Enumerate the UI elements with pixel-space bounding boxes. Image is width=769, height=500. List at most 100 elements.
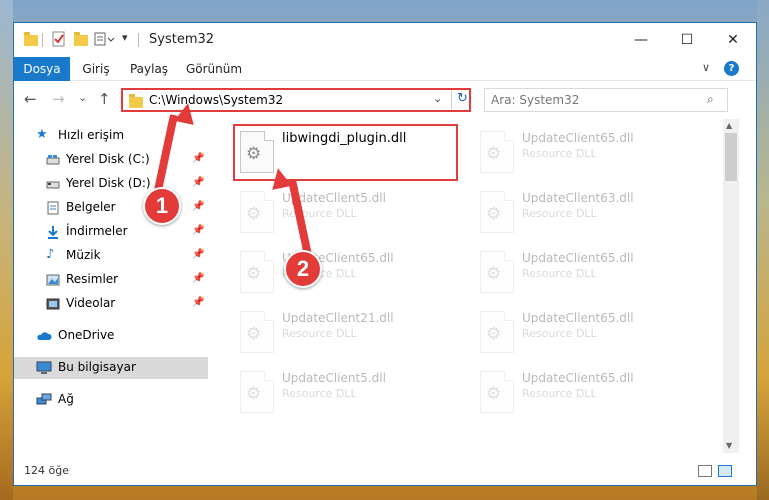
desktop-wallpaper-left	[0, 0, 13, 500]
tab-home[interactable]: Giriş	[76, 57, 116, 81]
file-name: UpdateClient63.dll	[522, 191, 634, 205]
dll-file-icon: ⚙	[480, 251, 514, 293]
maximize-button[interactable]: ☐	[664, 23, 710, 57]
search-icon[interactable]: ⌕	[707, 92, 714, 107]
sidebar-item-this-pc[interactable]: Bu bilgisayar	[14, 357, 208, 379]
scroll-up-icon[interactable]: ▲	[726, 121, 732, 130]
sidebar-item-label: OneDrive	[58, 328, 115, 342]
scroll-down-icon[interactable]: ▼	[726, 441, 732, 450]
annotation-arrowhead-2	[268, 166, 292, 190]
file-item[interactable]: ⚙ UpdateClient63.dll Resource DLL	[472, 185, 698, 241]
sidebar-item-label: Belgeler	[66, 200, 116, 214]
search-input[interactable]	[491, 92, 701, 108]
sidebar-item-quick-access[interactable]: ★ Hızlı erişim	[14, 125, 208, 147]
status-bar: 124 öğe	[14, 457, 756, 485]
navigation-bar: ← → ⌄ ↑ C:\Windows\System32 ⌄ ↻ ⌕	[14, 83, 756, 117]
file-item[interactable]: ⚙ UpdateClient65.dll Resource DLL	[472, 245, 698, 301]
address-divider	[451, 90, 452, 110]
pin-icon[interactable]: 📌	[192, 201, 204, 212]
file-item[interactable]: ⚙ UpdateClient5.dll Resource DLL	[232, 365, 458, 421]
ribbon-tabs: Dosya Giriş Paylaş Görünüm ∨ ?	[14, 57, 756, 81]
sidebar-item-label: Yerel Disk (C:)	[66, 152, 150, 166]
sidebar-item-label: Bu bilgisayar	[58, 360, 136, 374]
dll-file-icon: ⚙	[480, 311, 514, 353]
sidebar-item-pictures[interactable]: Resimler 📌	[14, 269, 208, 291]
file-item[interactable]: ⚙ UpdateClient21.dll Resource DLL	[232, 305, 458, 361]
dll-file-icon: ⚙	[240, 191, 274, 233]
file-item[interactable]: ⚙ UpdateClient65.dll Resource DLL	[472, 125, 698, 181]
tab-file[interactable]: Dosya	[14, 57, 70, 81]
address-path: C:\Windows\System32	[149, 93, 284, 107]
file-type: Resource DLL	[522, 147, 597, 160]
documents-icon	[46, 201, 60, 215]
step-badge-1: 1	[143, 187, 181, 225]
annotation-arrowhead-1	[174, 101, 198, 125]
large-icons-view-icon[interactable]	[718, 465, 732, 477]
file-name: UpdateClient65.dll	[522, 251, 634, 265]
file-name: UpdateClient65.dll	[522, 311, 634, 325]
address-history-icon[interactable]: ⌄	[433, 92, 442, 105]
network-icon	[36, 393, 52, 407]
file-name: UpdateClient5.dll	[282, 371, 386, 385]
address-folder-icon	[129, 94, 143, 108]
details-view-icon[interactable]	[698, 465, 712, 477]
scroll-thumb[interactable]	[725, 133, 737, 181]
search-box[interactable]: ⌕	[484, 88, 728, 112]
close-button[interactable]: ✕	[710, 23, 756, 57]
address-bar[interactable]: C:\Windows\System32 ⌄ ↻	[121, 88, 471, 112]
toolbar-dropdown-icon[interactable]: ▾	[122, 31, 128, 47]
music-icon: ♪	[46, 247, 55, 262]
sidebar-item-network[interactable]: Ağ	[14, 389, 208, 411]
forward-button[interactable]: →	[52, 90, 65, 108]
file-name: UpdateClient65.dll	[522, 371, 634, 385]
file-item[interactable]: ⚙ UpdateClient65.dll Resource DLL	[232, 245, 458, 301]
title-bar: ▾ System32 — ☐ ✕	[14, 23, 756, 57]
sidebar-item-label: Müzik	[66, 248, 101, 262]
videos-icon	[46, 297, 60, 311]
file-type: Resource DLL	[522, 327, 597, 340]
sidebar-item-local-disk-c[interactable]: Yerel Disk (C:) 📌	[14, 149, 208, 171]
properties-icon[interactable]	[52, 31, 66, 47]
step-badge-2: 2	[284, 250, 322, 288]
desktop-wallpaper-right	[757, 0, 769, 500]
file-item[interactable]: ⚙ UpdateClient65.dll Resource DLL	[472, 365, 698, 421]
up-button[interactable]: ↑	[98, 90, 111, 108]
sidebar-item-label: Hızlı erişim	[58, 128, 125, 142]
sidebar-item-label: İndirmeler	[66, 224, 128, 238]
file-name: UpdateClient21.dll	[282, 311, 394, 325]
sidebar-item-downloads[interactable]: İndirmeler 📌	[14, 221, 208, 243]
pin-icon[interactable]: 📌	[192, 249, 204, 260]
back-button[interactable]: ←	[24, 90, 37, 108]
file-type: Resource DLL	[282, 387, 357, 400]
pin-icon[interactable]: 📌	[192, 297, 204, 308]
sidebar-item-onedrive[interactable]: OneDrive	[14, 325, 208, 347]
recent-locations-button[interactable]: ⌄	[78, 91, 87, 104]
minimize-button[interactable]: —	[618, 23, 664, 57]
window-title: System32	[149, 32, 215, 47]
tab-share[interactable]: Paylaş	[124, 57, 174, 81]
expand-ribbon-icon[interactable]: ∨	[702, 61, 710, 74]
dll-file-icon: ⚙	[240, 371, 274, 413]
pin-icon[interactable]: 📌	[192, 153, 204, 164]
drive-icon	[46, 177, 60, 191]
file-item[interactable]: ⚙ UpdateClient65.dll Resource DLL	[472, 305, 698, 361]
pin-icon[interactable]: 📌	[192, 273, 204, 284]
file-item[interactable]: ⚙ UpdateClient5.dll Resource DLL	[232, 185, 458, 241]
sidebar-item-music[interactable]: ♪ Müzik 📌	[14, 245, 208, 267]
drive-icon	[46, 153, 60, 167]
computer-icon	[36, 361, 52, 375]
toolbar-divider	[42, 33, 43, 47]
refresh-icon[interactable]: ↻	[457, 91, 468, 106]
sidebar-item-local-disk-d[interactable]: Yerel Disk (D:) 📌	[14, 173, 208, 195]
item-count: 124 öğe	[24, 464, 69, 477]
tab-view[interactable]: Görünüm	[184, 57, 244, 81]
dll-file-icon: ⚙	[480, 131, 514, 173]
sidebar-item-videos[interactable]: Videolar 📌	[14, 293, 208, 315]
customize-toolbar-icon[interactable]	[94, 31, 116, 47]
help-icon[interactable]: ?	[724, 61, 739, 76]
sidebar-item-label: Resimler	[66, 272, 119, 286]
pin-icon[interactable]: 📌	[192, 225, 204, 236]
pin-icon[interactable]: 📌	[192, 177, 204, 188]
vertical-scrollbar[interactable]: ▲ ▼	[723, 119, 739, 453]
pictures-icon	[46, 273, 60, 287]
